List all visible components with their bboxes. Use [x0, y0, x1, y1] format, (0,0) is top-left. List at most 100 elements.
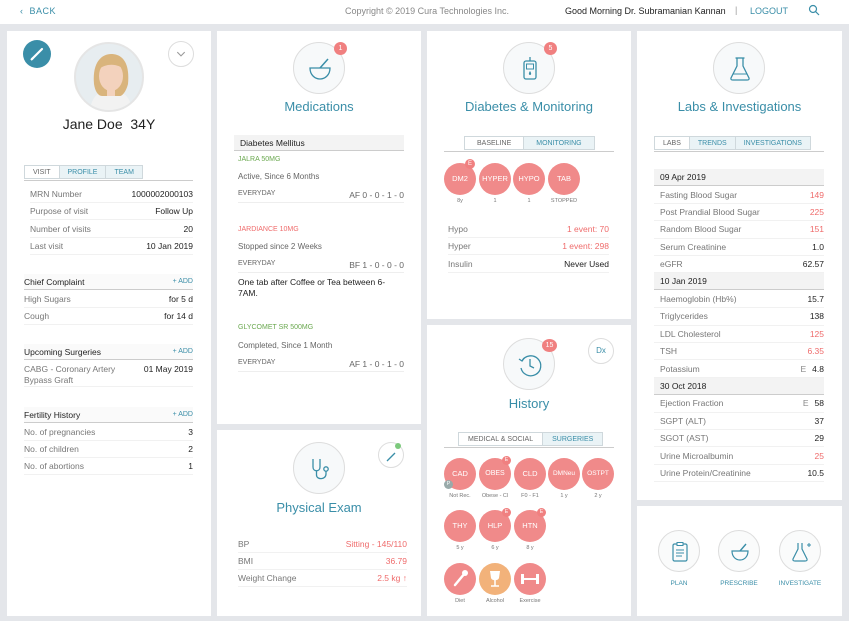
tab-monitoring[interactable]: MONITORING	[524, 137, 594, 149]
magic-wand-button[interactable]	[378, 442, 404, 468]
mortar-pestle-icon	[309, 58, 331, 80]
logout-link[interactable]: LOGOUT	[750, 6, 788, 16]
pill-dmneu[interactable]: DMNeu	[548, 458, 580, 490]
med-name: GLYCOMET SR 500MG	[238, 324, 314, 331]
stethoscope-icon	[312, 459, 329, 480]
lab-value: 1.0	[812, 241, 824, 252]
lab-date-header: 30 Oct 2018	[654, 377, 824, 395]
complaint-value: for 14 d	[164, 311, 193, 321]
lab-row[interactable]: Ejection Fraction E 58	[654, 395, 824, 413]
section-title: Chief Complaint	[24, 276, 85, 287]
search-icon[interactable]	[808, 4, 820, 16]
lab-row[interactable]: Post Prandial Blood Sugar 225	[654, 204, 824, 222]
add-fertility-button[interactable]: + ADD	[173, 411, 193, 418]
exam-key: BP	[238, 539, 250, 549]
tab-surgeries[interactable]: SURGERIES	[543, 433, 603, 445]
tab-visit[interactable]: VISIT	[25, 166, 60, 178]
lab-row[interactable]: Fasting Blood Sugar 149	[654, 186, 824, 204]
med-status-text: Completed, Since 1 Month	[238, 341, 333, 350]
lab-row[interactable]: SGPT (ALT) 37	[654, 413, 824, 430]
prescribe-action-label: PRESCRIBE	[720, 580, 758, 587]
lab-row[interactable]: Haemoglobin (Hb%) 15.7	[654, 291, 824, 309]
lab-row[interactable]: Urine Microalbumin 25	[654, 447, 824, 465]
tab-trends[interactable]: TRENDS	[689, 137, 736, 149]
greeting-text: Good Morning Dr. Subramanian Kannan	[565, 6, 726, 16]
add-surgery-button[interactable]: + ADD	[173, 348, 193, 355]
back-link[interactable]: ‹ BACK	[20, 6, 56, 16]
med-frequency: EVERYDAY BF 1 - 0 - 0 - 0	[238, 260, 404, 273]
pill-mark: E	[502, 508, 511, 517]
lab-row[interactable]: Triglycerides 138	[654, 308, 824, 326]
lab-row[interactable]: LDL Cholesterol 125	[654, 326, 824, 343]
lab-result: 62.57	[803, 259, 824, 269]
pill-cld[interactable]: CLD	[514, 458, 546, 490]
social-label: Diet	[455, 598, 465, 604]
lab-row[interactable]: TSH 6.35	[654, 343, 824, 361]
lab-value: 125	[809, 328, 824, 339]
pill-ostpt[interactable]: OSTPT	[582, 458, 614, 490]
pill-hyper[interactable]: HYPER	[479, 163, 511, 195]
lab-name: SGOT (AST)	[660, 433, 709, 444]
pencil-icon	[30, 47, 44, 61]
pill-exercise[interactable]	[514, 563, 546, 595]
tab-labs[interactable]: LABS	[655, 137, 690, 149]
pill-thy[interactable]: THY	[444, 510, 476, 542]
back-label[interactable]: BACK	[30, 6, 57, 16]
pill-diet[interactable]	[444, 563, 476, 595]
lab-row[interactable]: Urine Protein/Creatinine 10.5	[654, 465, 824, 483]
pill-sub: 5 y	[456, 545, 464, 551]
tab-team[interactable]: TEAM	[106, 166, 142, 178]
monitor-row-insulin: Insulin Never Used	[448, 256, 609, 273]
physical-exam-title: Physical Exam	[276, 500, 362, 515]
monitor-value: 1 event: 70	[566, 224, 609, 234]
chief-complaint-header: Chief Complaint + ADD	[24, 274, 193, 290]
med-freq-text: EVERYDAY	[238, 260, 276, 267]
lab-result: 37	[815, 416, 824, 426]
plan-action[interactable]: PLAN	[649, 530, 709, 587]
lab-row[interactable]: SGOT (AST) 29	[654, 430, 824, 448]
prescribe-action-circle	[718, 530, 760, 572]
pill-sub: 2 y	[594, 493, 602, 499]
med-status: Active, Since 6 Months	[238, 172, 404, 181]
prescribe-action[interactable]: PRESCRIBE	[709, 530, 769, 587]
pill-tab[interactable]: TAB	[548, 163, 580, 195]
lab-edited-mark: E	[802, 398, 809, 409]
lab-result: 225	[810, 207, 824, 217]
lab-date-header: 10 Jan 2019	[654, 273, 824, 291]
pill-sub: STOPPED	[550, 198, 578, 204]
fertility-value: 2	[188, 444, 193, 454]
fertility-row: No. of children 2	[24, 441, 193, 458]
add-complaint-button[interactable]: + ADD	[173, 278, 193, 285]
med-status-text: Active, Since 6 Months	[238, 172, 320, 181]
med-dose: AF 0 - 0 - 1 - 0	[349, 190, 404, 200]
lab-row[interactable]: Potassium E 4.8	[654, 360, 824, 378]
med-frequency: EVERYDAY AF 0 - 0 - 1 - 0	[238, 190, 404, 203]
edit-button[interactable]	[23, 40, 51, 68]
exam-key: Weight Change	[238, 573, 297, 583]
section-title: Upcoming Surgeries	[24, 346, 102, 357]
dx-button[interactable]: Dx	[588, 338, 614, 364]
lab-row[interactable]: Random Blood Sugar 151	[654, 221, 824, 239]
fertility-row: No. of abortions 1	[24, 458, 193, 475]
copyright-text: Copyright © 2019 Cura Technologies Inc.	[345, 6, 510, 16]
expand-button[interactable]	[168, 41, 194, 67]
lab-value: 29	[814, 433, 824, 444]
monitor-value: Never Used	[564, 259, 609, 269]
visit-value: 20	[183, 224, 193, 234]
tab-profile[interactable]: PROFILE	[59, 166, 107, 178]
tab-medical-social[interactable]: MEDICAL & SOCIAL	[459, 433, 544, 445]
tab-investigations[interactable]: INVESTIGATIONS	[735, 137, 810, 149]
visit-row-last: Last visit 10 Jan 2019	[30, 238, 193, 255]
investigate-action[interactable]: INVESTIGATE	[770, 530, 830, 587]
pill-hypo[interactable]: HYPO	[513, 163, 545, 195]
chevron-down-icon	[176, 51, 186, 57]
lab-result: 138	[810, 311, 824, 321]
medications-badge: 1	[334, 42, 347, 55]
exam-key: BMI	[238, 556, 254, 566]
med-dose: AF 1 - 0 - 1 - 0	[349, 359, 404, 369]
lab-row[interactable]: eGFR 62.57	[654, 256, 824, 274]
lab-row[interactable]: Serum Creatinine 1.0	[654, 239, 824, 256]
tab-baseline[interactable]: BASELINE	[465, 137, 525, 149]
lab-name: eGFR	[660, 259, 683, 270]
pill-alcohol[interactable]	[479, 563, 511, 595]
